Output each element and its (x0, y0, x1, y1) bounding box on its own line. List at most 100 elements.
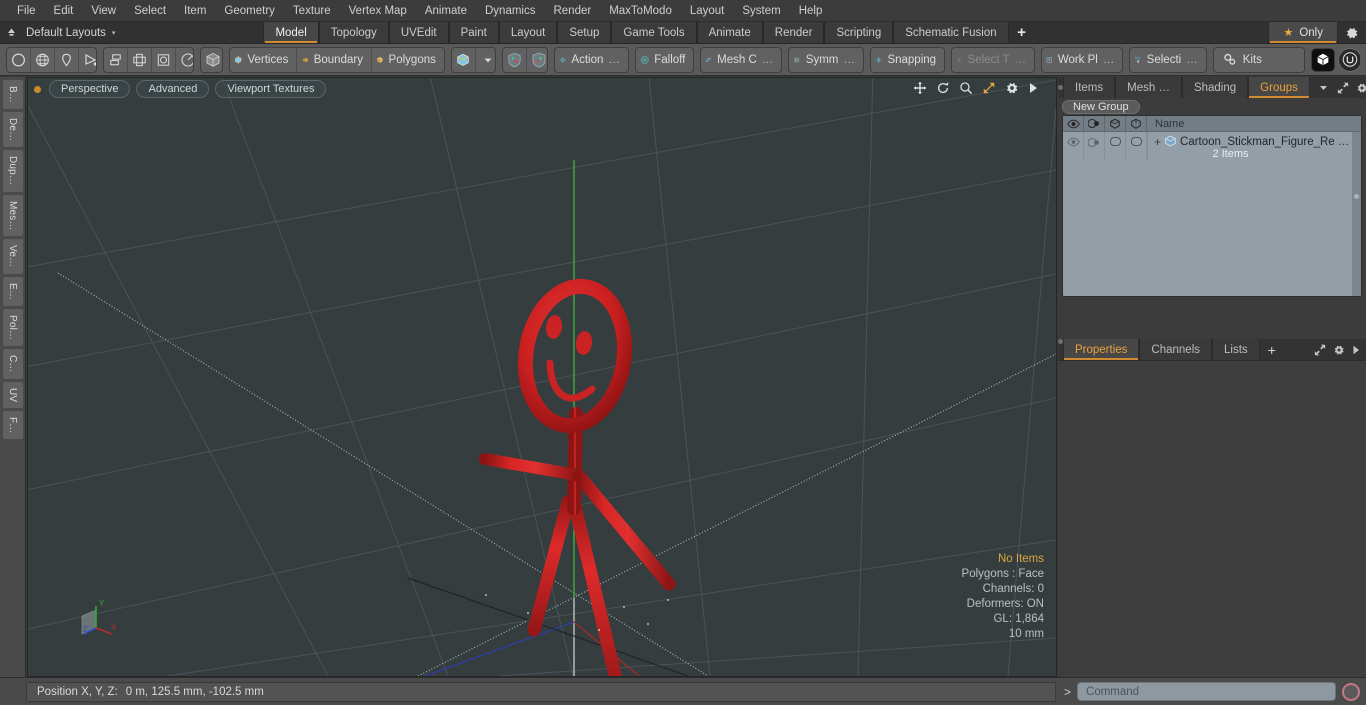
menu-item-texture[interactable]: Texture (284, 0, 340, 22)
menu-item-maxtomodo[interactable]: MaxToModo (600, 0, 681, 22)
left-rail-tab-uv[interactable]: UV (1, 380, 24, 409)
menu-item-render[interactable]: Render (544, 0, 600, 22)
vertices-mode-button[interactable]: Vertices (230, 47, 298, 72)
kits-button[interactable]: Kits (1214, 48, 1270, 72)
tab-paint[interactable]: Paint (448, 22, 499, 43)
shield-b-icon[interactable] (527, 48, 547, 72)
tab-animate[interactable]: Animate (696, 22, 763, 43)
add-panel-tab-button[interactable]: + (1260, 339, 1284, 360)
play-arrow-icon[interactable] (1352, 345, 1360, 355)
circle-icon[interactable] (7, 47, 31, 72)
menu-item-geometry[interactable]: Geometry (215, 0, 284, 22)
menu-item-vertex-map[interactable]: Vertex Map (340, 0, 416, 22)
fit-icon[interactable] (982, 81, 996, 95)
viewport-3d[interactable]: Perspective Advanced Viewport Textures N… (27, 77, 1057, 677)
pen-icon[interactable] (55, 47, 79, 72)
axis-gizmo[interactable]: Y Z X (74, 596, 130, 646)
tab-uvedit[interactable]: UVEdit (388, 22, 449, 43)
expand-icon[interactable] (1314, 344, 1326, 356)
cube-icon[interactable] (201, 48, 223, 72)
symmetry-button[interactable]: Symm … (789, 48, 863, 72)
globe-icon[interactable] (31, 47, 55, 72)
viewport-shading-mode[interactable]: Advanced (136, 80, 210, 98)
chevron-down-icon[interactable] (476, 48, 495, 72)
left-rail-tab-vertex[interactable]: Ve… (1, 238, 24, 275)
left-rail-tab-fusion[interactable]: F… (1, 409, 24, 441)
groups-list[interactable]: Name + Cartoon_Stickman_Figure_Re … 2 It… (1062, 115, 1362, 297)
menu-item-dynamics[interactable]: Dynamics (476, 0, 544, 22)
move-icon[interactable] (913, 81, 927, 95)
unreal-icon[interactable] (1337, 47, 1361, 72)
boundary-mode-button[interactable]: Boundary (297, 47, 372, 72)
array-icon[interactable] (104, 47, 128, 72)
settings-gear-button[interactable] (1338, 22, 1366, 43)
menu-item-animate[interactable]: Animate (416, 0, 476, 22)
left-rail-tab-mesh[interactable]: Mes… (1, 193, 24, 238)
row-name-cell[interactable]: + Cartoon_Stickman_Figure_Re … 2 Items (1147, 132, 1361, 160)
left-rail-tab-deform[interactable]: De… (1, 111, 24, 149)
panel-tab-groups[interactable]: Groups (1248, 77, 1310, 98)
work-plane-button[interactable]: Work Pl … (1042, 48, 1122, 72)
tab-setup[interactable]: Setup (557, 22, 612, 43)
bevel-icon[interactable] (152, 47, 176, 72)
left-rail-tab-duplicate[interactable]: Dup… (1, 149, 24, 193)
selection-set-button[interactable]: Selecti … (1130, 48, 1205, 72)
left-rail-tab-polygon[interactable]: Pol… (1, 307, 24, 347)
new-group-button[interactable]: New Group (1062, 99, 1140, 114)
shape-a-icon[interactable] (1105, 116, 1126, 131)
add-tab-button[interactable]: + (1009, 22, 1035, 43)
only-toggle-button[interactable]: ★ Only (1268, 22, 1338, 43)
expand-icon[interactable] (1337, 82, 1349, 94)
row-shape-b-toggle[interactable] (1126, 132, 1147, 161)
row-shade-toggle[interactable] (1084, 132, 1105, 161)
tab-game-tools[interactable]: Game Tools (611, 22, 697, 43)
tab-scripting[interactable]: Scripting (824, 22, 894, 43)
viewport-view-mode[interactable]: Perspective (49, 80, 131, 98)
zoom-icon[interactable] (959, 81, 973, 95)
tab-schematic-fusion[interactable]: Schematic Fusion (893, 22, 1009, 43)
tab-model[interactable]: Model (263, 22, 319, 43)
menu-item-view[interactable]: View (82, 0, 125, 22)
eye-icon[interactable] (1063, 116, 1084, 131)
layout-selector[interactable]: Default Layouts ▾ (22, 22, 123, 43)
panel-tab-shading[interactable]: Shading (1181, 77, 1249, 98)
panel-tab-channels[interactable]: Channels (1139, 339, 1213, 360)
tab-topology[interactable]: Topology (318, 22, 389, 43)
left-rail-tab-basic[interactable]: B… (1, 79, 24, 111)
chevron-down-icon[interactable] (1310, 77, 1337, 98)
unity-cube-icon[interactable] (1310, 47, 1335, 72)
menu-item-layout[interactable]: Layout (681, 0, 734, 22)
menu-item-item[interactable]: Item (175, 0, 215, 22)
menu-item-edit[interactable]: Edit (45, 0, 83, 22)
mirror-icon[interactable] (128, 47, 152, 72)
menu-item-help[interactable]: Help (790, 0, 832, 22)
panel-tab-properties[interactable]: Properties (1063, 339, 1140, 360)
panel-tab-items[interactable]: Items (1063, 77, 1116, 98)
panel-tab-mesh[interactable]: Mesh … (1115, 77, 1182, 98)
left-rail-tab-edge[interactable]: E… (1, 275, 24, 307)
shield-a-icon[interactable] (503, 47, 527, 72)
left-rail-tab-curve[interactable]: C… (1, 347, 24, 380)
radial-icon[interactable] (176, 48, 193, 72)
menu-item-system[interactable]: System (733, 0, 789, 22)
row-visibility-toggle[interactable] (1063, 132, 1084, 161)
shade-icon[interactable] (1084, 116, 1105, 131)
polygons-mode-button[interactable]: Polygons (372, 48, 444, 72)
gear-icon[interactable] (1356, 82, 1366, 94)
curve-icon[interactable] (79, 48, 96, 72)
groups-list-scrollbar[interactable] (1352, 132, 1361, 296)
tab-layout[interactable]: Layout (498, 22, 558, 43)
tab-render[interactable]: Render (762, 22, 825, 43)
select-through-button[interactable]: Select T … (952, 48, 1034, 72)
gear-icon[interactable] (1005, 81, 1019, 95)
gear-icon[interactable] (1333, 344, 1345, 356)
viewport-textures-mode[interactable]: Viewport Textures (215, 80, 327, 98)
table-row[interactable]: + Cartoon_Stickman_Figure_Re … 2 Items (1063, 132, 1361, 161)
mesh-constraint-button[interactable]: Mesh C … (701, 48, 781, 72)
falloff-button[interactable]: Falloff (636, 48, 693, 72)
menu-item-file[interactable]: File (8, 0, 45, 22)
row-shape-a-toggle[interactable] (1105, 132, 1126, 161)
select-mode-cube-icon[interactable] (452, 47, 476, 72)
row-expander-icon[interactable]: + (1154, 136, 1161, 148)
action-center-button[interactable]: Action … (555, 48, 628, 72)
